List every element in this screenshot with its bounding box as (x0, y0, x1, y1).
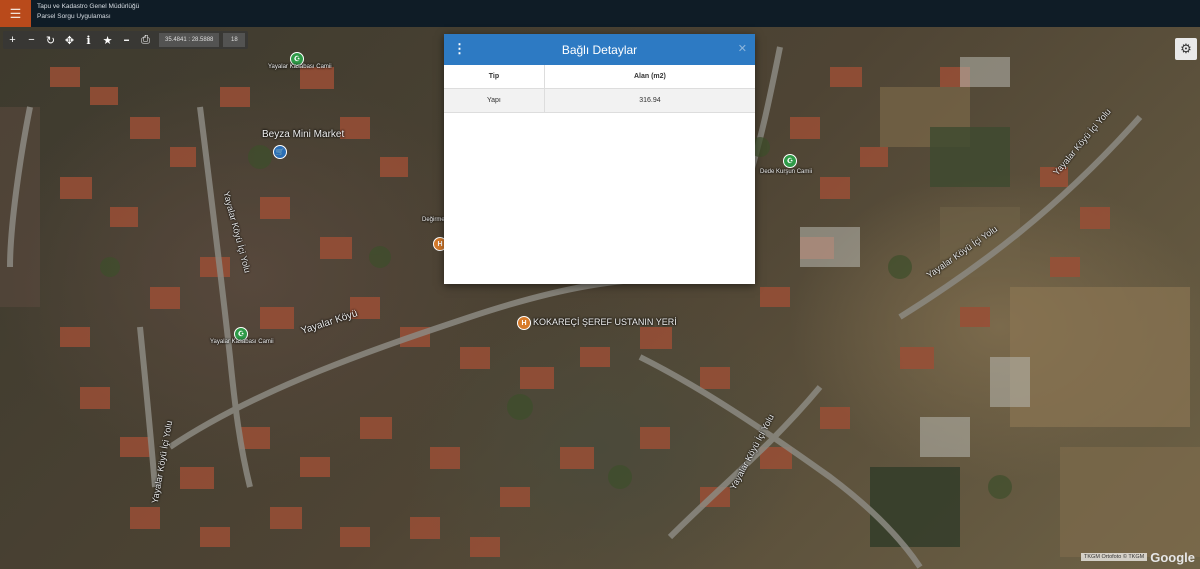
coordinate-readout: 35.4841 : 28.5888 (159, 33, 220, 47)
table-cell-tip: Yapı (444, 88, 545, 113)
app-title: Tapu ve Kadastro Genel Müdürlüğü Parsel … (37, 2, 139, 22)
zoom-out-icon[interactable]: − (22, 31, 41, 49)
locate-icon[interactable]: ✥ (60, 31, 79, 49)
close-icon[interactable]: ✕ (738, 42, 747, 55)
detail-dialog: ⋮ Bağlı Detaylar ✕ Tip Alan (m2) Yapı 31… (444, 34, 755, 284)
app-title-line1: Tapu ve Kadastro Genel Müdürlüğü (37, 3, 140, 10)
map-toolbar: + − ↻ ✥ i ★ ━ ⎙ 35.4841 : 28.5888 18 (3, 31, 249, 49)
map-attribution: TKGM Ortofoto © TKGM Google (1081, 549, 1195, 565)
dialog-title: Bağlı Detaylar (561, 42, 638, 57)
field (0, 107, 40, 307)
zoom-in-icon[interactable]: + (3, 31, 22, 49)
poi-label-market: Beyza Mini Market (262, 129, 345, 140)
app-header: ☰ Tapu ve Kadastro Genel Müdürlüğü Parse… (0, 0, 1200, 27)
poi-label-mosque3: Dede Kurşun Camii (760, 169, 813, 175)
attribution-text: TKGM Ortofoto © TKGM (1081, 553, 1148, 561)
restaurant-icon[interactable]: H (517, 316, 531, 330)
mosque-icon[interactable]: ☪ (783, 154, 797, 168)
refresh-icon[interactable]: ↻ (41, 31, 60, 49)
field (1060, 447, 1200, 557)
detail-table: Tip Alan (m2) Yapı 316.94 (444, 65, 755, 113)
poi-label-mosque2: Yayalar Kasabası Camii (268, 64, 332, 70)
gear-icon[interactable]: ⚙ (1175, 38, 1197, 60)
dialog-header: ⋮ Bağlı Detaylar ✕ (444, 34, 755, 65)
shopping-cart-icon[interactable]: 🛒 (273, 145, 287, 159)
poi-label-school: KOKAREÇİ ŞEREF USTANIN YERİ (533, 317, 677, 327)
app-title-line2: Parsel Sorgu Uygulaması (37, 13, 111, 20)
print-icon[interactable]: ⎙ (136, 31, 155, 49)
info-icon[interactable]: i (79, 31, 98, 49)
column-header-alan: Alan (m2) (544, 65, 755, 89)
table-row[interactable]: Yapı 316.94 (444, 88, 755, 113)
field (870, 467, 960, 547)
kebab-menu-icon[interactable]: ⋮ (453, 42, 466, 56)
field (930, 127, 1010, 187)
hamburger-icon[interactable]: ☰ (0, 0, 31, 27)
table-header-row: Tip Alan (m2) (444, 65, 755, 89)
field (1010, 287, 1190, 427)
minus-icon[interactable]: ━ (117, 31, 136, 49)
star-icon[interactable]: ★ (98, 31, 117, 49)
zoom-level-readout: 18 (223, 33, 246, 47)
column-header-tip: Tip (444, 65, 545, 89)
poi-label-mosque1: Yayalar Kasabası Camii (210, 339, 274, 345)
google-logo: Google (1150, 549, 1195, 565)
table-cell-alan: 316.94 (544, 88, 755, 113)
